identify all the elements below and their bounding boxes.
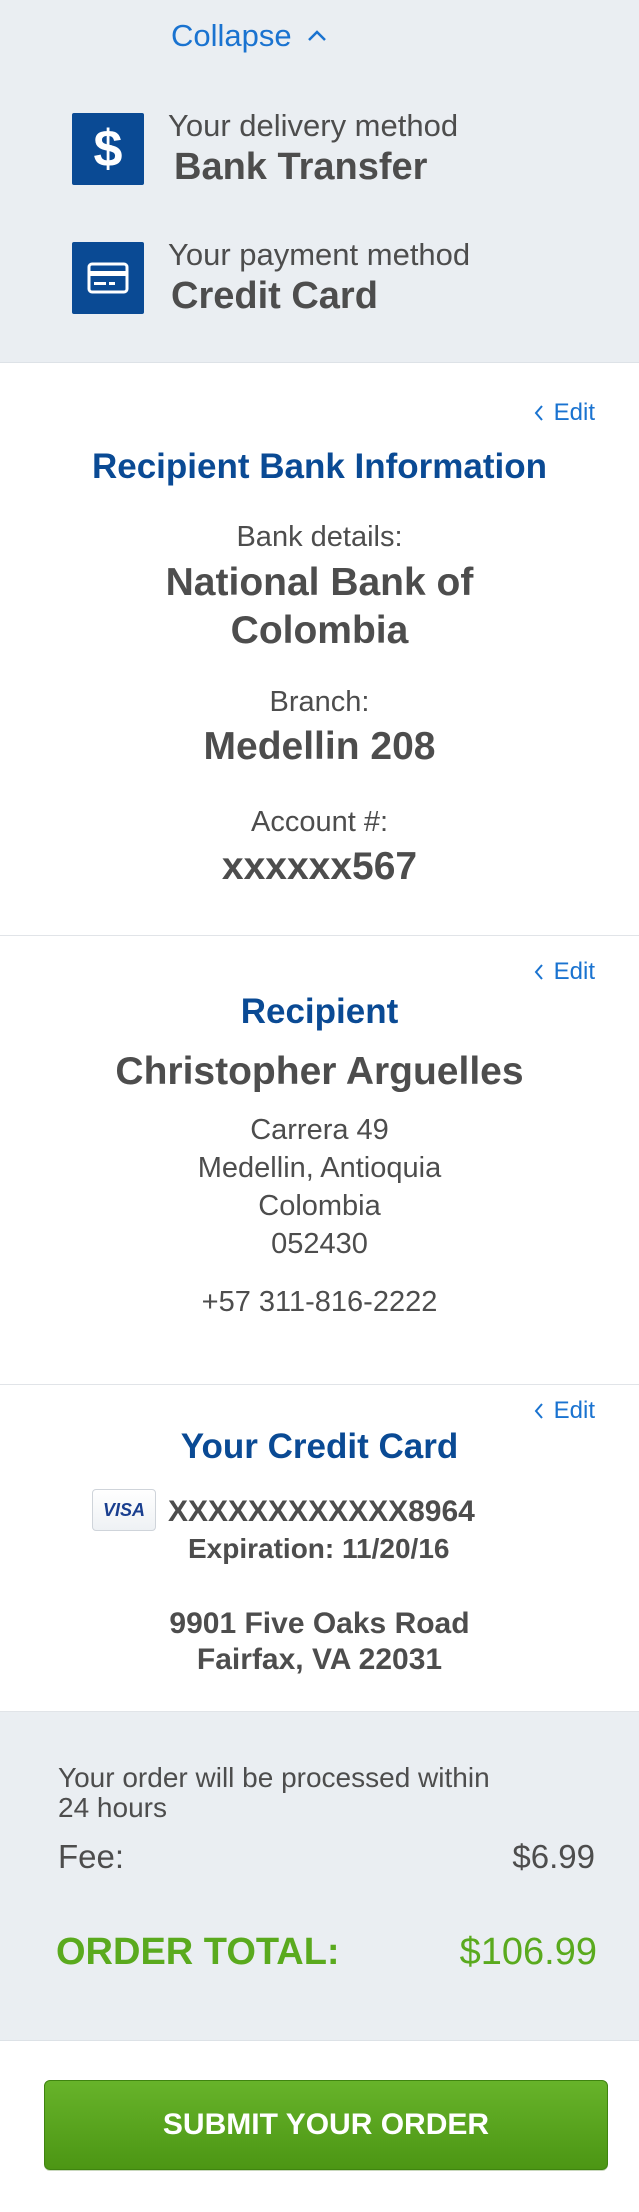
- bank-edit-label: Edit: [553, 399, 595, 426]
- credit-card-icon: [72, 242, 144, 314]
- method-summary: Collapse $ Your delivery method Bank Tra…: [0, 0, 639, 363]
- payment-method-value: Credit Card: [171, 275, 378, 317]
- recipient-phone: +57 311-816-2222: [201, 1286, 438, 1318]
- fee-label: Fee:: [58, 1838, 125, 1875]
- payment-method-label: Your payment method: [168, 237, 471, 272]
- bank-details-label: Bank details:: [236, 521, 403, 553]
- chevron-left-icon: [534, 1403, 543, 1419]
- recipient-address-line1: Carrera 49: [250, 1114, 389, 1146]
- payment-method: Your payment method Credit Card: [72, 237, 470, 319]
- recipient-address-line4: 052430: [271, 1228, 368, 1260]
- card-section-title: Your Credit Card: [180, 1427, 459, 1466]
- card-expiration: Expiration: 11/20/16: [188, 1533, 450, 1564]
- account-label: Account #:: [250, 806, 389, 838]
- recipient-address-line3: Colombia: [258, 1190, 381, 1222]
- credit-card-section: Edit Your Credit Card VISA XXXXXXXXXXXX8…: [0, 1385, 639, 1712]
- delivery-method: $ Your delivery method Bank Transfer: [72, 108, 458, 190]
- card-edit-link[interactable]: Edit: [534, 1397, 595, 1425]
- card-number: XXXXXXXXXXXX8964: [168, 1495, 475, 1528]
- order-review-page: Collapse $ Your delivery method Bank Tra…: [0, 0, 639, 2212]
- card-edit-label: Edit: [553, 1397, 595, 1424]
- delivery-method-value: Bank Transfer: [174, 146, 428, 188]
- submit-order-button[interactable]: SUBMIT YOUR ORDER: [44, 2080, 608, 2170]
- account-value: xxxxxx567: [221, 845, 418, 888]
- delivery-method-label: Your delivery method: [168, 108, 459, 143]
- bank-name-line2: Colombia: [230, 609, 409, 652]
- visa-brand-text: VISA: [102, 1499, 145, 1520]
- processing-note-line1: Your order will be processed within: [58, 1762, 490, 1793]
- recipient-section-title: Recipient: [240, 992, 399, 1031]
- dollar-icon: $: [72, 113, 144, 185]
- recipient-name: Christopher Arguelles: [115, 1050, 524, 1093]
- branch-label: Branch:: [269, 686, 370, 718]
- processing-note-line2: 24 hours: [58, 1792, 167, 1823]
- bank-section-title: Recipient Bank Information: [91, 447, 548, 486]
- recipient-edit-label: Edit: [553, 958, 595, 985]
- order-summary: Your order will be processed within 24 h…: [0, 1712, 639, 2041]
- billing-address-line1: 9901 Five Oaks Road: [169, 1607, 470, 1640]
- collapse-label: Collapse: [171, 18, 292, 53]
- fee-value: $6.99: [512, 1838, 595, 1875]
- submit-order-label: SUBMIT YOUR ORDER: [162, 2108, 490, 2141]
- order-total-label: ORDER TOTAL:: [56, 1931, 340, 1973]
- recipient-section: Edit Recipient Christopher Arguelles Car…: [0, 936, 639, 1385]
- chevron-left-icon: [534, 964, 543, 980]
- chevron-left-icon: [534, 405, 543, 421]
- branch-value: Medellin 208: [203, 725, 436, 768]
- collapse-toggle[interactable]: Collapse: [171, 18, 328, 54]
- chevron-up-icon: [307, 30, 326, 41]
- bank-edit-link[interactable]: Edit: [534, 399, 595, 427]
- recipient-address-line2: Medellin, Antioquia: [197, 1152, 442, 1184]
- order-total-value: $106.99: [459, 1931, 597, 1973]
- visa-logo: VISA: [92, 1489, 156, 1531]
- billing-address-line2: Fairfax, VA 22031: [196, 1643, 443, 1676]
- bank-name-line1: National Bank of: [165, 561, 474, 604]
- recipient-edit-link[interactable]: Edit: [534, 958, 595, 986]
- bank-info-section: Edit Recipient Bank Information Bank det…: [0, 363, 639, 936]
